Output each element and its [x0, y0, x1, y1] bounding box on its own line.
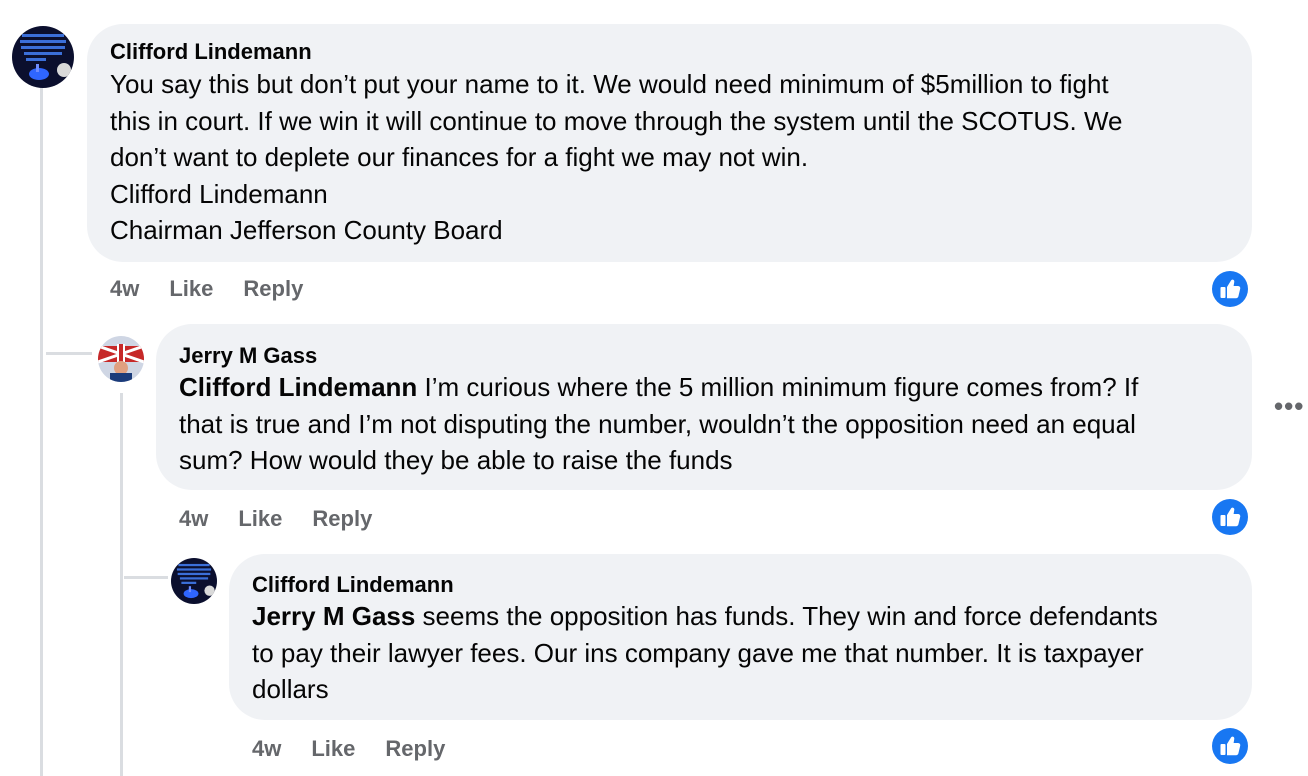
like-reaction-icon[interactable]	[1212, 499, 1248, 535]
comment-author[interactable]: Jerry M Gass	[179, 343, 317, 369]
thread-line-reply	[120, 393, 123, 776]
comment-line: sum? How would they be able to raise the…	[179, 445, 733, 475]
like-button[interactable]: Like	[169, 276, 213, 302]
comment-line: this in court. If we win it will continu…	[110, 105, 1123, 136]
like-reaction-icon[interactable]	[1212, 728, 1248, 764]
comment-line: You say this but don’t put your name to …	[110, 69, 1109, 99]
comment-actions: 4w Like Reply	[179, 506, 402, 532]
flag-avatar-icon	[98, 336, 144, 382]
comment-line: to pay their lawyer fees. Our ins compan…	[252, 637, 1144, 668]
comment-line: Chairman Jefferson County Board	[110, 215, 503, 245]
avatar[interactable]	[98, 336, 144, 382]
comment-bubble: Clifford Lindemann You say this but don’…	[87, 24, 1252, 262]
thread-line-branch-1	[40, 340, 43, 354]
candle-avatar-icon	[171, 558, 217, 604]
avatar[interactable]	[171, 558, 217, 604]
comment-timestamp[interactable]: 4w	[252, 736, 281, 762]
reply-bubble: Jerry M Gass Clifford Lindemann I’m curi…	[156, 324, 1252, 490]
thread-line-connector-2	[124, 576, 168, 579]
comment-line: I’m curious where the 5 million minimum …	[417, 372, 1139, 402]
comment-actions: 4w Like Reply	[252, 736, 475, 762]
comment-line: seems the opposition has funds. They win…	[415, 601, 1158, 631]
comment-author[interactable]: Clifford Lindemann	[110, 39, 312, 65]
reply-button[interactable]: Reply	[312, 506, 372, 532]
comment-timestamp[interactable]: 4w	[110, 276, 139, 302]
comment-author[interactable]: Clifford Lindemann	[252, 572, 454, 598]
thread-line-connector-1	[46, 352, 92, 355]
comment-line: dollars	[252, 674, 329, 704]
thread-line-main	[40, 86, 43, 776]
reply-button[interactable]: Reply	[243, 276, 303, 302]
mention-link[interactable]: Jerry M Gass	[252, 601, 415, 631]
comment-text: Clifford Lindemann I’m curious where the…	[179, 369, 1138, 479]
comment-line: that is true and I’m not disputing the n…	[179, 408, 1136, 439]
comment-actions: 4w Like Reply	[110, 276, 333, 302]
comment-timestamp[interactable]: 4w	[179, 506, 208, 532]
reply-bubble: Clifford Lindemann Jerry M Gass seems th…	[229, 554, 1252, 720]
comment-text: You say this but don’t put your name to …	[110, 66, 1123, 249]
like-button[interactable]: Like	[311, 736, 355, 762]
like-button[interactable]: Like	[238, 506, 282, 532]
comment-line: Clifford Lindemann	[110, 178, 328, 209]
mention-link[interactable]: Clifford Lindemann	[179, 372, 417, 402]
candle-avatar-icon	[12, 26, 74, 88]
more-options-icon[interactable]: •••	[1274, 393, 1304, 419]
reply-button[interactable]: Reply	[385, 736, 445, 762]
comment-line: don’t want to deplete our finances for a…	[110, 142, 809, 172]
avatar[interactable]	[12, 26, 74, 88]
like-reaction-icon[interactable]	[1212, 271, 1248, 307]
comment-text: Jerry M Gass seems the opposition has fu…	[252, 598, 1158, 708]
